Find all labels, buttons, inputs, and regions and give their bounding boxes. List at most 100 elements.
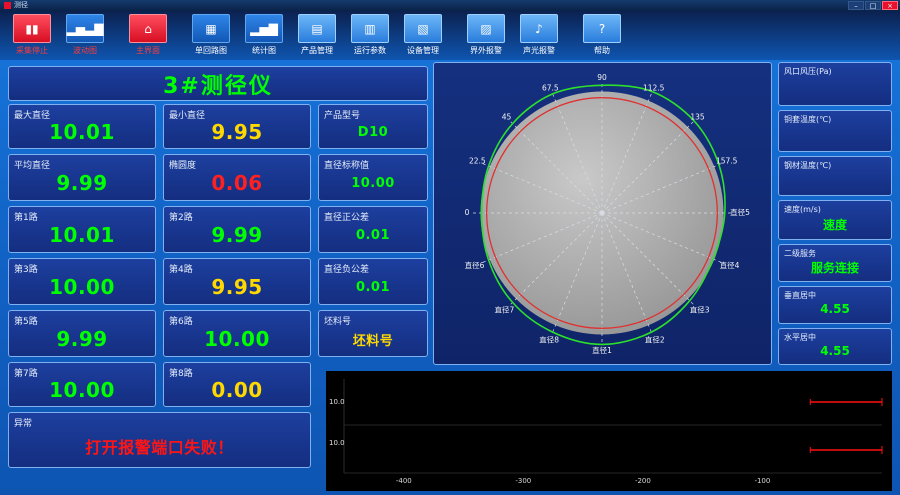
stop-collection-icon: ▮▮ [13, 14, 51, 43]
svg-text:112.5: 112.5 [643, 83, 665, 92]
toolbar-button-label: 运行参数 [354, 46, 386, 55]
svg-text:-200: -200 [635, 477, 651, 485]
app-window: 测径 – □ × ▮▮ 采集停止 ▂▅▃▇ 波动图 ⌂ 主界面 ▦ 单回路图 ▂▅▇ 统计图 ▤ 产品… [0, 0, 900, 495]
cell-ovality-value: 0.06 [211, 171, 263, 195]
svg-text:22.5: 22.5 [469, 156, 486, 165]
status-server-value: 服务连接 [810, 260, 859, 275]
svg-text:10.0: 10.0 [329, 398, 345, 406]
cell-channel-4: 第4路 9.95 [163, 258, 311, 305]
toolbar-button-help[interactable]: ? 帮助 [580, 14, 624, 56]
cell-channel-4-value: 9.95 [211, 275, 263, 299]
cell-abnormal-value: 打开报警端口失败！ [85, 437, 234, 457]
svg-text:直径4: 直径4 [720, 260, 740, 270]
toolbar-button-label: 声光报警 [523, 46, 555, 55]
toolbar-button-wave-chart[interactable]: ▂▅▃▇ 波动图 [63, 14, 107, 56]
svg-text:67.5: 67.5 [542, 83, 559, 92]
cell-channel-2: 第2路 9.99 [163, 206, 311, 253]
status-vertical-center-value: 4.55 [820, 302, 850, 316]
cell-avg-diameter-value: 9.99 [56, 171, 108, 195]
cell-channel-1-value: 10.01 [49, 223, 115, 247]
status-wind-pressure: 风口风压(Pa) [778, 62, 892, 106]
svg-text:-300: -300 [515, 477, 531, 485]
main-screen-icon: ⌂ [129, 14, 167, 43]
cell-tolerance-plus: 直径正公差 0.01 [318, 206, 428, 253]
svg-text:直径5: 直径5 [730, 207, 750, 217]
cell-channel-5: 第5路 9.99 [8, 310, 156, 357]
cell-abnormal: 异常 打开报警端口失败！ [8, 412, 311, 468]
status-sleeve-temp-value [781, 121, 889, 149]
svg-text:-400: -400 [396, 477, 412, 485]
toolbar-button-single-loop-chart[interactable]: ▦ 单回路图 [189, 14, 233, 56]
toolbar-button-label: 产品管理 [301, 46, 333, 55]
cell-min-diameter-value: 9.95 [211, 120, 263, 144]
svg-text:直径7: 直径7 [495, 305, 515, 315]
cell-ovality: 椭圆度 0.06 [163, 154, 311, 201]
profile-polar-chart: 0 22.5 45 67.5 90 112.5 135 157.5 直径5 直径4 直径3 直径2 直径… [433, 62, 772, 365]
svg-text:直径2: 直径2 [645, 335, 665, 345]
maximize-button[interactable]: □ [865, 1, 881, 10]
cell-max-diameter: 最大直径 10.01 [8, 104, 156, 149]
svg-text:0: 0 [465, 208, 470, 217]
cell-tolerance-plus-value: 0.01 [355, 227, 391, 243]
toolbar-button-label: 界外报警 [470, 46, 502, 55]
minimize-button[interactable]: – [848, 1, 864, 10]
toolbar-button-run-parameters[interactable]: ▥ 运行参数 [348, 14, 392, 56]
toolbar-button-label: 波动图 [73, 46, 97, 55]
gauge-title-box: 3#测径仪 [8, 66, 428, 101]
toolbar-button-sound-light-alarm[interactable]: ♪ 声光报警 [517, 14, 561, 56]
toolbar-button-product-management[interactable]: ▤ 产品管理 [295, 14, 339, 56]
toolbar-button-main-screen[interactable]: ⌂ 主界面 [126, 14, 170, 56]
toolbar-button-out-of-tolerance-alarm[interactable]: ▨ 界外报警 [464, 14, 508, 56]
cell-channel-8: 第8路 0.00 [163, 362, 311, 407]
toolbar: ▮▮ 采集停止 ▂▅▃▇ 波动图 ⌂ 主界面 ▦ 单回路图 ▂▅▇ 统计图 ▤ 产品管理 ▥ 运行参数 ▧ 设… [0, 11, 900, 60]
cell-channel-2-value: 9.99 [211, 223, 263, 247]
trend-svg: 10.0 10.0 -400 -300 -200 -100 [329, 379, 883, 485]
cell-product-model-value: D10 [357, 124, 389, 140]
svg-text:直径3: 直径3 [690, 305, 710, 315]
toolbar-button-statistics-chart[interactable]: ▂▅▇ 统计图 [242, 14, 286, 56]
status-server: 二级服务 服务连接 [778, 244, 892, 282]
toolbar-button-device-management[interactable]: ▧ 设备管理 [401, 14, 445, 56]
status-steel-temp-value [781, 167, 889, 193]
status-wind-pressure-value [781, 73, 889, 103]
cell-channel-3: 第3路 10.00 [8, 258, 156, 305]
toolbar-button-label: 设备管理 [407, 46, 439, 55]
out-of-tolerance-alarm-icon: ▨ [467, 14, 505, 43]
cell-channel-8-value: 0.00 [211, 378, 263, 402]
svg-text:10.0: 10.0 [329, 439, 345, 447]
sound-light-alarm-icon: ♪ [520, 14, 558, 43]
svg-text:135: 135 [690, 113, 705, 122]
trend-chart: 10.0 10.0 -400 -300 -200 -100 [326, 371, 892, 491]
toolbar-button-label: 单回路图 [195, 46, 227, 55]
cell-product-model: 产品型号 D10 [318, 104, 428, 149]
titlebar: 测径 – □ × [0, 0, 900, 11]
cell-max-diameter-value: 10.01 [49, 120, 115, 144]
wave-chart-icon: ▂▅▃▇ [66, 14, 104, 43]
toolbar-button-label: 采集停止 [16, 46, 48, 55]
polar-svg: 0 22.5 45 67.5 90 112.5 135 157.5 直径5 直径4 直径3 直径2 直径… [465, 73, 750, 355]
app-icon [4, 2, 11, 9]
cell-nominal-diameter: 直径标称值 10.00 [318, 154, 428, 201]
toolbar-button-label: 帮助 [594, 46, 610, 55]
help-icon: ? [583, 14, 621, 43]
svg-text:-100: -100 [754, 477, 770, 485]
close-button[interactable]: × [882, 1, 898, 10]
cell-min-diameter: 最小直径 9.95 [163, 104, 311, 149]
toolbar-button-stop-collection[interactable]: ▮▮ 采集停止 [10, 14, 54, 56]
svg-text:直径1: 直径1 [592, 345, 612, 355]
cell-tolerance-minus: 直径负公差 0.01 [318, 258, 428, 305]
cell-channel-1: 第1路 10.01 [8, 206, 156, 253]
toolbar-button-label: 统计图 [252, 46, 276, 55]
status-sleeve-temp: 铜套温度(℃) [778, 110, 892, 152]
status-speed-value: 速度 [822, 217, 847, 232]
svg-text:90: 90 [597, 73, 607, 82]
window-title: 测径 [14, 1, 28, 9]
run-parameters-icon: ▥ [351, 14, 389, 43]
svg-text:直径6: 直径6 [465, 260, 485, 270]
gauge-title: 3#测径仪 [163, 73, 273, 99]
cell-channel-6: 第6路 10.00 [163, 310, 311, 357]
cell-nominal-diameter-value: 10.00 [351, 175, 395, 191]
cell-billet-number-value: 坯料号 [352, 333, 394, 349]
cell-channel-3-value: 10.00 [49, 275, 115, 299]
svg-text:45: 45 [502, 113, 512, 122]
